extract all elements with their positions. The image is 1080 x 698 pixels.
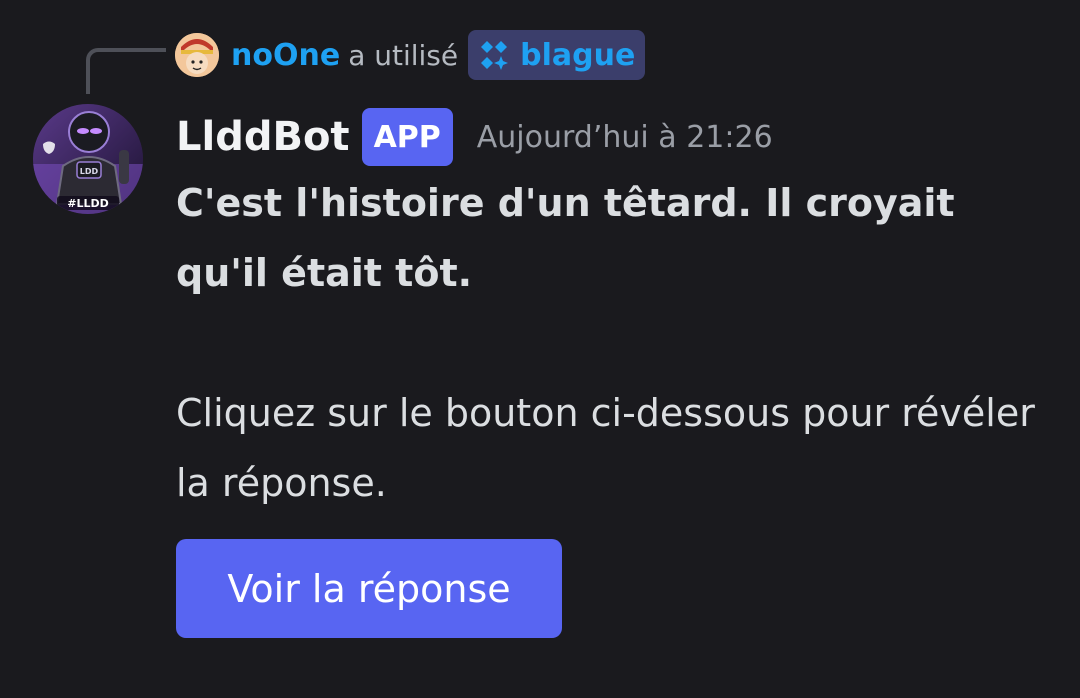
- svg-text:#LLDD: #LLDD: [67, 197, 109, 210]
- chat-message: noOne a utilisé blague LDD #LLDD LlddBot…: [0, 0, 1080, 698]
- reference-username[interactable]: noOne: [231, 38, 340, 73]
- reply-spine: [86, 48, 166, 94]
- user-avatar[interactable]: [175, 33, 219, 77]
- command-name: blague: [520, 37, 636, 73]
- reveal-answer-button[interactable]: Voir la réponse: [176, 539, 562, 638]
- reference-action-text: a utilisé: [348, 38, 459, 72]
- command-pill[interactable]: blague: [468, 30, 646, 80]
- app-command-icon: [481, 41, 509, 70]
- hint-text: Cliquez sur le bouton ci-dessous pour ré…: [176, 391, 1035, 505]
- message-content: C'est l'histoire d'un têtard. Il croyait…: [176, 168, 1056, 518]
- message-header: LlddBot APP Aujourd’hui à 21:26: [176, 108, 773, 166]
- app-badge: APP: [361, 108, 453, 166]
- bot-avatar[interactable]: LDD #LLDD: [33, 104, 143, 214]
- joke-text: C'est l'histoire d'un têtard. Il croyait…: [176, 181, 955, 295]
- message-timestamp[interactable]: Aujourd’hui à 21:26: [477, 120, 773, 155]
- author-name[interactable]: LlddBot: [176, 114, 350, 160]
- command-reference[interactable]: noOne a utilisé blague: [175, 30, 646, 80]
- svg-text:LDD: LDD: [80, 167, 99, 176]
